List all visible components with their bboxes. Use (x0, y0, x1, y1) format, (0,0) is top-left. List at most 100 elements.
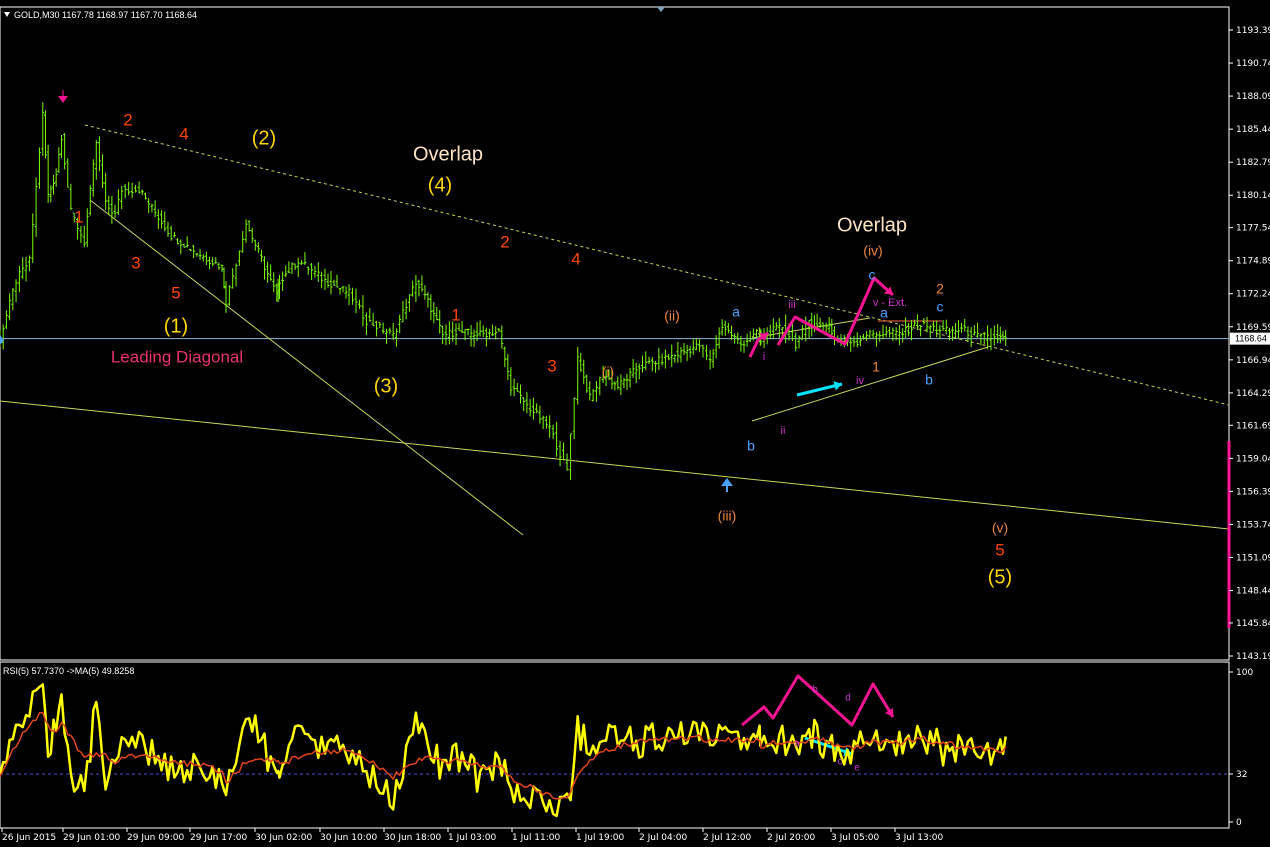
rsi-header: RSI(5) 57.7370 ->MA(5) 49.8258 (3, 666, 134, 676)
top-arrow-icon (58, 96, 68, 103)
price-tick-label: 1145.84 (1236, 619, 1270, 629)
time-tick-label: 29 Jun 17:00 (190, 833, 247, 842)
rsi-pane-frame (0, 661, 1230, 829)
wave-label: (3) (374, 375, 398, 397)
price-tick-label: 1169.59 (1236, 323, 1270, 333)
wave-label: (5) (988, 566, 1012, 588)
wave-label: 2 (500, 232, 509, 251)
rsi-wave-label: e (854, 763, 860, 774)
price-tick-label: 1156.39 (1236, 487, 1270, 497)
wave-label: (v) (992, 520, 1008, 536)
diagonal-lower-line (89, 199, 524, 536)
time-tick-label: 30 Jun 10:00 (320, 833, 377, 842)
wave-label: v - Ext. (873, 297, 907, 309)
price-scale[interactable]: 1193.39 1190.74 1188.09 1185.44 1182.79 1180.… (1229, 26, 1270, 828)
wave-label: 1 (74, 207, 83, 226)
rsi-tick-label: 100 (1236, 668, 1253, 678)
wave-label: 4 (571, 249, 580, 268)
price-tick-label: 1180.14 (1236, 191, 1270, 201)
time-tick-label: 3 Jul 13:00 (895, 833, 944, 842)
wave-label: 2 (936, 281, 944, 297)
wave-label: 5 (995, 540, 1004, 559)
time-tick-label: 26 Jun 2015 (2, 833, 56, 842)
price-tick-label: 1159.04 (1236, 454, 1270, 464)
wave-label: (iii) (718, 508, 737, 524)
bottom-arrow-icon (721, 478, 733, 486)
wave-labels: 1 2 4 3 5 (2) (1) Leading Diagonal Overlap (4) (3)… (74, 110, 1012, 588)
price-tick-label: 1153.74 (1236, 520, 1270, 530)
wave-label: ii (781, 425, 786, 437)
price-tick-label: 1166.94 (1236, 356, 1270, 366)
rsi-wave-label: d (845, 693, 851, 704)
dropdown-arrow-icon[interactable] (4, 12, 10, 17)
wave-label: Overlap (837, 214, 907, 236)
rsi-tick-label: 0 (1236, 818, 1242, 828)
wave-label: a (880, 305, 888, 321)
wave-label: 5 (171, 283, 180, 302)
price-tick-label: 1177.54 (1236, 224, 1270, 234)
wave-label: 3 (547, 356, 556, 375)
time-tick-label: 1 Jul 19:00 (576, 833, 625, 842)
wave-label: (4) (428, 174, 452, 196)
wave-label: 4 (179, 124, 188, 143)
wave-label: 1 (451, 305, 460, 324)
price-tick-label: 1174.89 (1236, 257, 1270, 267)
price-series (0, 102, 1008, 480)
time-tick-label: 2 Jul 04:00 (639, 833, 688, 842)
wave-label: Leading Diagonal (111, 347, 243, 366)
price-tick-label: 1161.69 (1236, 421, 1270, 431)
time-tick-label: 2 Jul 20:00 (767, 833, 816, 842)
wave-label: 2 (123, 110, 132, 129)
channel-line (0, 400, 1230, 530)
price-tick-label: 1185.44 (1236, 125, 1270, 135)
triangle-lower-line (751, 346, 989, 422)
time-tick-label: 2 Jul 12:00 (703, 833, 752, 842)
rsi-wave-label: b (812, 685, 818, 696)
wave-label: (1) (164, 315, 188, 337)
price-tick-label: 1193.39 (1236, 26, 1270, 36)
wave-label: iii (788, 299, 795, 311)
upper-trendline (84, 124, 1230, 406)
rsi-wave-label: a (794, 739, 800, 750)
wave-label: 3 (131, 253, 140, 272)
wave-label: 1 (872, 359, 880, 375)
price-tick-label: 1172.24 (1236, 290, 1270, 300)
wave-label: b (925, 372, 933, 388)
wave-label: c (869, 267, 876, 283)
time-tick-label: 30 Jun 18:00 (384, 833, 441, 842)
price-tick-label: 1182.79 (1236, 158, 1270, 168)
wave-label: a (732, 304, 740, 320)
wave-label: c (937, 299, 944, 315)
price-tick-label: 1143.19 (1236, 652, 1270, 662)
wave-label: (2) (252, 127, 276, 149)
current-price-label: 1168.64 (1235, 334, 1267, 344)
chart-window[interactable]: GOLD,M30 1167.78 1168.97 1167.70 1168.64… (0, 0, 1270, 843)
time-tick-label: 1 Jul 11:00 (512, 833, 561, 842)
time-tick-label: 1 Jul 03:00 (448, 833, 497, 842)
time-tick-label: 3 Jul 05:00 (831, 833, 880, 842)
symbol-header: GOLD,M30 1167.78 1168.97 1167.70 1168.64 (14, 10, 197, 20)
wave-label: (ii) (664, 308, 680, 324)
rsi-wave-label: c (838, 757, 843, 768)
price-tick-label: 1190.74 (1236, 59, 1270, 69)
wave-label: b (747, 438, 755, 454)
time-scale[interactable]: 26 Jun 2015 29 Jun 01:00 29 Jun 09:00 29 Ju… (1, 828, 944, 843)
wave-label: i (763, 351, 765, 363)
chart-canvas[interactable]: GOLD,M30 1167.78 1168.97 1167.70 1168.64… (0, 0, 1270, 843)
trend-lines (0, 124, 1231, 628)
time-tick-label: 30 Jun 02:00 (255, 833, 312, 842)
wave-label: (i) (602, 364, 614, 380)
time-tick-label: 29 Jun 01:00 (63, 833, 120, 842)
wave-label: Overlap (413, 143, 483, 165)
chart-shift-marker[interactable] (657, 7, 665, 12)
wave-label: iv (856, 375, 864, 387)
rsi-tick-label: 32 (1236, 770, 1247, 780)
rsi-series: a b c d e (0, 683, 1229, 818)
wave-label: (iv) (863, 243, 882, 259)
price-tick-label: 1188.09 (1236, 92, 1270, 102)
price-tick-label: 1151.09 (1236, 553, 1270, 563)
price-tick-label: 1148.44 (1236, 587, 1270, 597)
time-tick-label: 29 Jun 09:00 (127, 833, 184, 842)
rsi-line (0, 683, 1007, 818)
price-tick-label: 1164.29 (1236, 389, 1270, 399)
